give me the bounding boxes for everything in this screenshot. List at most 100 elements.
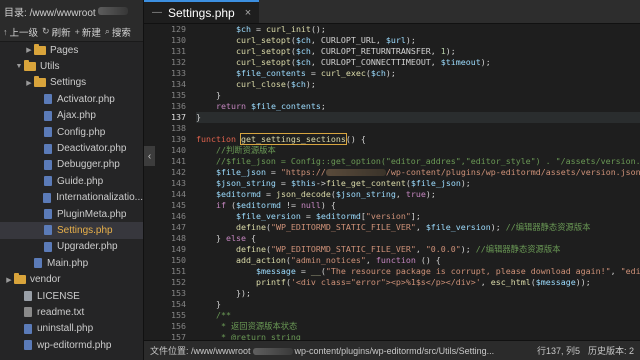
code-token: //$file_json = Config::get_option("edito…	[215, 156, 640, 166]
file-item[interactable]: Debugger.php	[0, 157, 143, 173]
file-location-path-start: /www/wwwroot	[191, 346, 251, 356]
code-lines[interactable]: $ch = curl_init(); curl_setopt($ch, CURL…	[196, 24, 640, 340]
tree-item-label: LICENSE	[37, 290, 80, 302]
code-line: }	[196, 90, 640, 101]
file-item[interactable]: Config.php	[0, 124, 143, 140]
folder-item[interactable]: ▶ Settings	[0, 75, 143, 91]
php-file-icon	[44, 209, 52, 220]
code-token: "WP_EDITORMD_STATIC_FILE_VER"	[270, 244, 416, 254]
file-item[interactable]: Upgrader.php	[0, 239, 143, 255]
refresh-button[interactable]: ↻ 刷新	[42, 25, 71, 39]
tree-item-label: uninstall.php	[37, 323, 94, 335]
up-level-button[interactable]: ↑ 上一级	[3, 25, 38, 39]
line-number: 134	[171, 79, 186, 89]
code-token: define	[235, 222, 266, 232]
code-token: =	[305, 68, 321, 78]
code-token: $file_version	[425, 222, 491, 232]
code-token: =	[260, 189, 276, 199]
close-icon[interactable]: ×	[245, 7, 251, 19]
code-token: curl_setopt	[235, 57, 291, 67]
code-token: );	[305, 79, 316, 89]
code-token: $message	[535, 277, 576, 287]
history-versions[interactable]: 历史版本: 2	[588, 344, 634, 357]
code-token: "The resource package is corrupt, please…	[325, 266, 611, 276]
line-number: 145	[171, 200, 186, 210]
code-token: =	[295, 266, 311, 276]
php-file-icon	[44, 241, 52, 252]
folder-item[interactable]: ▶ vendor	[0, 271, 143, 287]
line-number: 150	[171, 255, 186, 265]
tree-item-label: Settings	[50, 77, 87, 89]
line-number: 148	[171, 233, 186, 243]
code-token: /**	[215, 310, 231, 320]
code-line: define("WP_EDITORMD_STATIC_FILE_VER", $f…	[196, 222, 640, 233]
code-token-highlighted: get_settings_sections	[239, 133, 347, 145]
code-line: });	[196, 288, 640, 299]
code-token: else	[225, 233, 246, 243]
php-file-icon	[44, 159, 52, 170]
code-token: json_decode	[275, 189, 331, 199]
code-token: ) {	[320, 200, 336, 210]
code-token: ,	[610, 266, 621, 276]
line-number: 147	[171, 222, 186, 232]
status-bar: 文件位置: /www/wwwroot wp-content/plugins/wp-…	[144, 340, 640, 360]
file-item[interactable]: LICENSE	[0, 288, 143, 304]
code-token: ->	[315, 178, 326, 188]
tree-item-label: Main.php	[47, 257, 89, 269]
tree-item-label: Ajax.php	[57, 110, 96, 122]
line-number: 140	[171, 145, 186, 155]
collapse-sidebar-button[interactable]: ‹	[144, 146, 155, 166]
code-token: }	[196, 112, 201, 122]
file-item[interactable]: Internationalizatio...	[0, 190, 143, 206]
file-item[interactable]: Main.php	[0, 255, 143, 271]
new-button[interactable]: + 新建	[75, 25, 101, 39]
code-token: curl_exec	[320, 68, 366, 78]
code-line: curl_setopt($ch, CURLOPT_URL, $url);	[196, 35, 640, 46]
redacted-domain-blur	[325, 169, 386, 176]
code-line: curl_setopt($ch, CURLOPT_CONNECTTIMEOUT,…	[196, 57, 640, 68]
tree-item-label: Deactivator.php	[57, 143, 127, 155]
code-token: "0.0.0"	[425, 244, 461, 254]
code-line: $file_json = "https:// /wp-content/plugin…	[196, 167, 640, 178]
file-item[interactable]: Ajax.php	[0, 108, 143, 124]
search-button[interactable]: ⌕ 搜索	[105, 25, 131, 39]
chevron-right-icon[interactable]: ▶	[24, 79, 34, 87]
file-item[interactable]: Activator.php	[0, 91, 143, 107]
code-token: "version"	[365, 211, 411, 221]
code-editor[interactable]: ‹ 129 130 131 132 133 134 135 136 137 138 139 140 14…	[144, 24, 640, 340]
code-token: $editormd	[215, 189, 261, 199]
tab-settings-php[interactable]: — Settings.php ×	[144, 0, 260, 23]
folder-item[interactable]: ▶ Pages	[0, 42, 143, 58]
file-item[interactable]: wp-editormd.php	[0, 337, 143, 353]
code-line: $ch = curl_init();	[196, 24, 640, 35]
line-number: 155	[171, 310, 186, 320]
file-item[interactable]: Deactivator.php	[0, 140, 143, 156]
chevron-down-icon[interactable]: ▼	[14, 63, 24, 70]
line-number: 133	[171, 68, 186, 78]
file-item[interactable]: readme.txt	[0, 304, 143, 320]
code-token: ,	[415, 244, 426, 254]
folder-item[interactable]: ▼ Utils	[0, 58, 143, 74]
line-number: 156	[171, 321, 186, 331]
code-token: );	[460, 178, 471, 188]
file-item[interactable]: Guide.php	[0, 173, 143, 189]
chevron-right-icon[interactable]: ▶	[24, 46, 34, 54]
chevron-right-icon[interactable]: ▶	[4, 276, 14, 284]
code-line: $json_string = $this->file_get_content($…	[196, 178, 640, 189]
line-number: 151	[171, 266, 186, 276]
file-item[interactable]: uninstall.php	[0, 321, 143, 337]
file-item[interactable]: Settings.php	[0, 222, 143, 239]
line-number: 154	[171, 299, 186, 309]
file-item[interactable]: PluginMeta.php	[0, 206, 143, 222]
tree-item-label: Guide.php	[57, 175, 104, 187]
code-token: , CURLOPT_URL,	[310, 35, 386, 45]
tree-item-label: Pages	[50, 44, 79, 56]
code-token: ));	[575, 277, 591, 287]
code-token: return	[215, 101, 246, 111]
code-token: true	[405, 189, 426, 199]
